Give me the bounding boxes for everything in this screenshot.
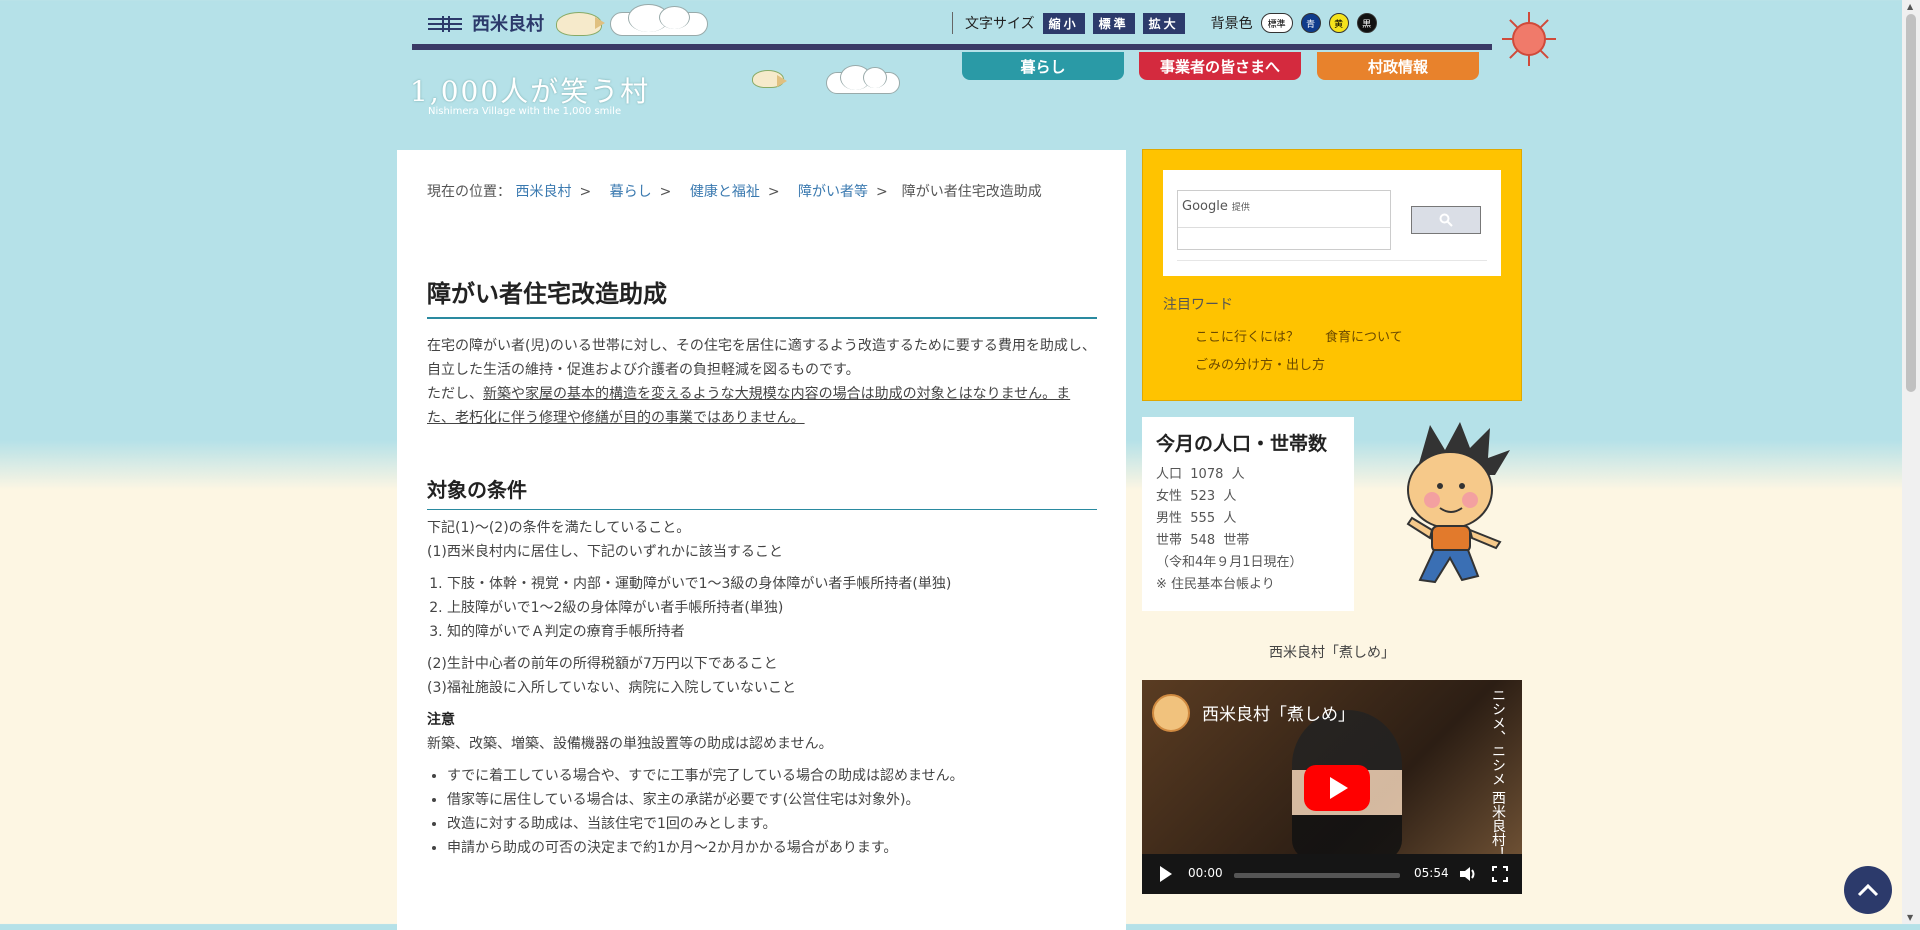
cloud-illustration [826,65,900,94]
page-title: 障がい者住宅改造助成 [427,274,1097,319]
condition-1-list: 下肢・体幹・視覚・内部・運動障がいで1～3級の身体障がい者手帳所持者(単独) 上… [427,572,1097,644]
font-size-smaller-button[interactable]: 縮小 [1042,12,1085,34]
site-header: 西米良村 文字サイズ 縮小 標準 拡大 背景色 標準 青 黄 黒 暮らし 事業者… [0,0,1920,150]
nav-business[interactable]: 事業者の皆さまへ [1139,52,1301,80]
catchphrase: 1,000人が笑う村 [410,75,651,108]
duration: 05:54 [1414,866,1449,880]
village-emblem-icon [428,16,462,32]
volume-icon[interactable] [1460,866,1478,882]
population-title: 今月の人口・世帯数 [1156,433,1328,455]
video-player[interactable]: 西米良村「煮しめ」 ニシメ、ニシメ 西米良村！ 00:00 05:54 [1142,680,1522,894]
breadcrumb-prefix: 現在の位置： [427,184,511,200]
caution-title: 注意 [427,712,455,728]
accessibility-toolbar: 文字サイズ 縮小 標準 拡大 背景色 標準 青 黄 黒 [952,12,1377,34]
household-row: 世帯 548 世帯 [1156,533,1250,548]
video-title[interactable]: 西米良村「煮しめ」 [1202,700,1355,725]
video-controls: 00:00 05:54 [1142,854,1522,894]
current-time: 00:00 [1188,866,1223,880]
bg-standard-button[interactable]: 標準 [1260,13,1293,33]
font-size-standard-button[interactable]: 標準 [1092,12,1135,34]
scroll-up-icon[interactable]: ▲ [1907,2,1913,11]
sun-illustration-icon [1502,12,1556,66]
breadcrumb-link-life[interactable]: 暮らし [610,184,652,200]
caution-text: 新築、改築、増築、設備機器の単独設置等の助成は認めません。 [427,736,833,752]
bird-illustration-icon [556,12,605,36]
video-side-text: ニシメ、ニシメ 西米良村！ [1490,688,1506,861]
conditions-block: 下記(1)～(2)の条件を満たしていること。 (1)西米良村内に居住し、下記のい… [427,516,1097,860]
scroll-down-icon[interactable]: ▼ [1907,913,1913,922]
intro-paragraph: 在宅の障がい者(児)のいる世帯に対し、その住宅を居住に適するよう改造するために要… [427,338,1096,378]
bg-yellow-button[interactable]: 黄 [1328,13,1349,33]
list-item: すでに着工している場合や、すでに工事が完了している場合の助成は認めません。 [447,764,1097,788]
population-panel: 今月の人口・世帯数 人口 1078 人 女性 523 人 男性 555 人 世帯… [1142,417,1354,611]
intro-note-prefix: ただし、 [427,386,483,402]
intro-text: 在宅の障がい者(児)のいる世帯に対し、その住宅を居住に適するよう改造するために要… [427,334,1097,430]
main-content: 現在の位置： 西米良村 > 暮らし > 健康と福祉 > 障がい者等 > 障がい者住宅改造助… [397,150,1126,930]
toolbar-divider [952,12,953,34]
video-caption: 西米良村「煮しめ」 [1269,645,1395,661]
bg-black-button[interactable]: 黒 [1356,13,1377,33]
nav-life[interactable]: 暮らし [962,52,1124,80]
page-scrollbar[interactable]: ▲ ▼ [1902,0,1920,924]
channel-avatar[interactable] [1152,694,1190,732]
breadcrumb-link-disabled[interactable]: 障がい者等 [798,184,868,200]
font-size-label: 文字サイズ [965,16,1035,32]
google-brand: Google 提供 [1182,199,1250,214]
caution-list: すでに着工している場合や、すでに工事が完了している場合の助成は認めません。 借家… [427,764,1097,860]
list-item: 改造に対する助成は、当該住宅で1回のみとします。 [447,812,1097,836]
play-icon[interactable] [1160,866,1172,882]
seek-bar[interactable] [1234,873,1400,878]
font-size-larger-button[interactable]: 拡大 [1142,12,1185,34]
bg-color-label: 背景色 [1210,16,1253,32]
search-button[interactable] [1411,206,1481,234]
bird-illustration-icon [752,70,787,88]
keyword-link[interactable]: ごみの分け方・出し方 [1195,354,1325,373]
search-icon [1439,213,1453,227]
breadcrumb-link-health[interactable]: 健康と福祉 [690,184,760,200]
nav-village-info[interactable]: 村政情報 [1317,52,1479,80]
list-item: 借家等に居住している場合は、家主の承諾が必要です(公営住宅は対象外)。 [447,788,1097,812]
youtube-play-icon[interactable] [1304,765,1370,811]
population-source: ※ 住民基本台帳より [1156,577,1275,592]
keyword-link[interactable]: 食育について [1325,326,1403,345]
breadcrumb: 現在の位置： 西米良村 > 暮らし > 健康と福祉 > 障がい者等 > 障がい者住宅改造助… [427,180,1087,204]
condition-1: (1)西米良村内に居住し、下記のいずれかに該当すること [427,544,783,560]
scrollbar-thumb[interactable] [1906,14,1916,392]
search-panel: Google 提供 注目ワード ここに行くには？ 食育について ごみの分け方・出し… [1142,149,1522,401]
male-row: 男性 555 人 [1156,511,1237,526]
breadcrumb-link-home[interactable]: 西米良村 [515,184,571,200]
back-to-top-button[interactable] [1844,866,1892,914]
header-divider [412,44,1492,50]
breadcrumb-current: 障がい者住宅改造助成 [901,184,1042,200]
breadcrumb-separator: > [767,184,780,200]
catchphrase-subtitle: Nishimera Village with the 1,000 smile [428,106,622,117]
keyword-link[interactable]: ここに行くには？ [1195,326,1299,345]
section-title-conditions: 対象の条件 [427,474,1097,510]
female-row: 女性 523 人 [1156,489,1237,504]
bg-blue-button[interactable]: 青 [1300,13,1321,33]
conditions-intro: 下記(1)～(2)の条件を満たしていること。 [427,520,691,536]
breadcrumb-separator: > [876,184,888,200]
intro-note: ただし、新築や家屋の基本的構造を変えるような大規模な内容の場合は助成の対象とはな… [427,382,1097,430]
search-input[interactable]: Google 提供 [1177,190,1391,250]
list-item: 知的障がいでＡ判定の療育手帳所持者 [447,620,1097,644]
keywords-title: 注目ワード [1163,297,1233,313]
site-logo[interactable]: 西米良村 [428,10,544,36]
condition-3: (3)福祉施設に入所していない、病院に入院していないこと [427,680,796,696]
cloud-illustration [610,4,708,36]
chevron-up-icon [1857,883,1879,897]
village-name: 西米良村 [472,14,544,35]
population-date: （令和4年９月1日現在） [1156,555,1303,570]
list-item: 上肢障がいで1～2級の身体障がい者手帳所持者(単独) [447,596,1097,620]
fullscreen-icon[interactable] [1492,866,1508,882]
mascot-character-icon [1406,422,1510,584]
list-item: 申請から助成の可否の決定まで約1か月～2か月かかる場合があります。 [447,836,1097,860]
google-search-widget: Google 提供 [1163,170,1501,276]
condition-2: (2)生計中心者の前年の所得税額が7万円以下であること [427,656,778,672]
population-row: 人口 1078 人 [1156,467,1245,482]
breadcrumb-separator: > [659,184,672,200]
intro-note-underlined: 新築や家屋の基本的構造を変えるような大規模な内容の場合は助成の対象とはなりません… [427,386,1071,426]
list-item: 下肢・体幹・視覚・内部・運動障がいで1～3級の身体障がい者手帳所持者(単独) [447,572,1097,596]
breadcrumb-separator: > [579,184,592,200]
